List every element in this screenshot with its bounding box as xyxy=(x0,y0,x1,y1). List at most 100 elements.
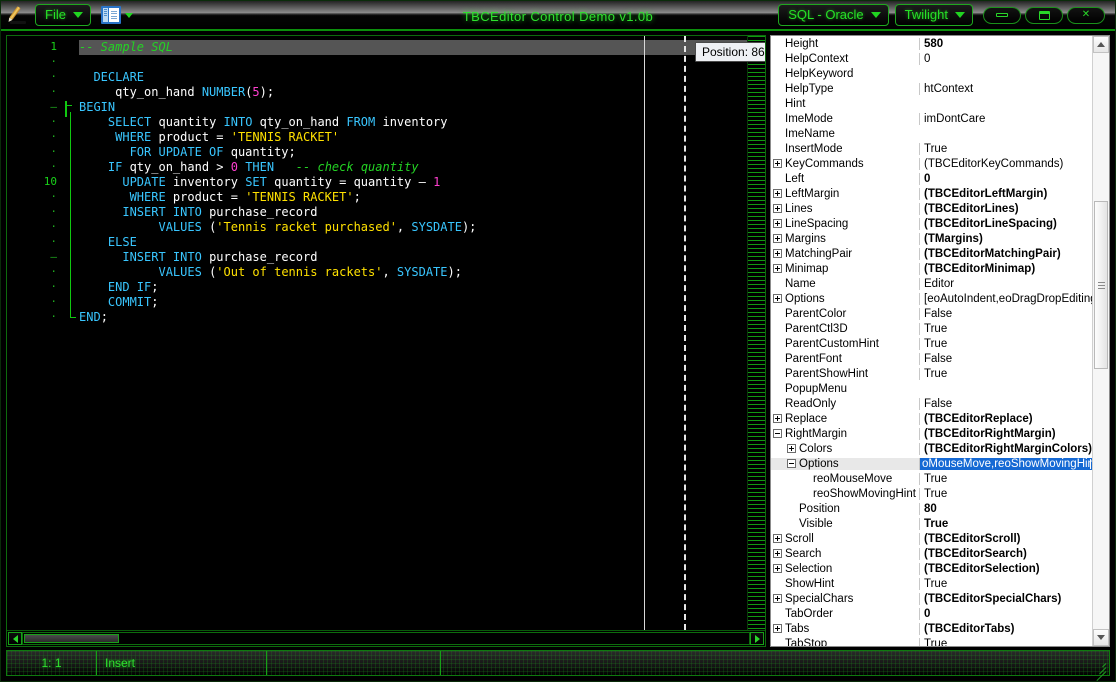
property-row[interactable]: LeftMargin (TBCEditorLeftMargin) xyxy=(771,186,1092,201)
property-name-cell[interactable]: ImeMode xyxy=(771,113,919,125)
property-row[interactable]: Name Editor xyxy=(771,276,1092,291)
property-name-cell[interactable]: TabStop xyxy=(771,638,919,647)
code-line[interactable]: · WHERE product = 'TENNIS RACKET' xyxy=(7,130,765,145)
property-row[interactable]: ParentCtl3D True xyxy=(771,321,1092,336)
vscroll-track[interactable] xyxy=(1093,53,1109,629)
property-name-cell[interactable]: ParentFont xyxy=(771,353,919,365)
property-row[interactable]: Visible True xyxy=(771,516,1092,531)
code-line[interactable]: · WHERE product = 'TENNIS RACKET'; xyxy=(7,190,765,205)
property-name-cell[interactable]: Selection xyxy=(771,563,919,575)
property-row[interactable]: HelpType htContext xyxy=(771,81,1092,96)
property-name-cell[interactable]: ReadOnly xyxy=(771,398,919,410)
property-name-cell[interactable]: Visible xyxy=(771,518,919,530)
code-line[interactable]: · DECLARE xyxy=(7,70,765,85)
property-name-cell[interactable]: Lines xyxy=(771,203,919,215)
property-row[interactable]: Options oMouseMove,reoShowMovingHint] xyxy=(771,456,1092,471)
property-value-cell[interactable]: True xyxy=(919,367,1092,380)
editor-horizontal-scrollbar[interactable] xyxy=(7,630,765,646)
scroll-down-button[interactable] xyxy=(1093,629,1109,646)
property-row[interactable]: PopupMenu xyxy=(771,381,1092,396)
property-name-cell[interactable]: TabOrder xyxy=(771,608,919,620)
property-name-cell[interactable]: Minimap xyxy=(771,263,919,275)
expand-icon[interactable] xyxy=(773,249,782,258)
property-row[interactable]: Tabs (TBCEditorTabs) xyxy=(771,621,1092,636)
property-value-cell[interactable]: (TBCEditorRightMargin) xyxy=(919,427,1092,440)
property-row[interactable]: ParentFont False xyxy=(771,351,1092,366)
property-value-cell[interactable]: (TBCEditorKeyCommands) xyxy=(919,157,1092,170)
minimize-button[interactable] xyxy=(983,6,1021,24)
close-button[interactable]: ✕ xyxy=(1067,6,1105,24)
property-value-cell[interactable]: True xyxy=(919,577,1092,590)
property-name-cell[interactable]: LineSpacing xyxy=(771,218,919,230)
property-value-cell[interactable]: (TBCEditorRightMarginColors) xyxy=(919,442,1092,455)
property-value-cell[interactable]: (TBCEditorLeftMargin) xyxy=(919,187,1092,200)
expand-icon[interactable] xyxy=(773,564,782,573)
property-value-cell[interactable]: True xyxy=(919,142,1092,155)
view-dropdown-button[interactable] xyxy=(100,6,133,24)
property-value-cell[interactable]: True xyxy=(919,487,1092,500)
property-name-cell[interactable]: ParentShowHint xyxy=(771,368,919,380)
property-value-cell[interactable]: 0 xyxy=(919,52,1092,65)
expand-icon[interactable] xyxy=(773,189,782,198)
resize-grip-icon[interactable] xyxy=(1092,659,1107,682)
theme-select[interactable]: Twilight xyxy=(894,4,973,26)
property-rows[interactable]: Height 580 HelpContext 0 HelpKeyword HelpType… xyxy=(771,36,1092,646)
property-value-cell[interactable]: True xyxy=(919,337,1092,350)
property-name-cell[interactable]: ParentColor xyxy=(771,308,919,320)
code-line[interactable]: · xyxy=(7,55,765,70)
file-menu-button[interactable]: File xyxy=(35,4,91,26)
property-row[interactable]: Hint xyxy=(771,96,1092,111)
property-value-cell[interactable]: True xyxy=(919,322,1092,335)
property-name-cell[interactable]: Hint xyxy=(771,98,919,110)
property-row[interactable]: HelpContext 0 xyxy=(771,51,1092,66)
property-row[interactable]: Replace (TBCEditorReplace) xyxy=(771,411,1092,426)
vscroll-thumb[interactable] xyxy=(1094,201,1108,369)
property-value-cell[interactable]: imDontCare xyxy=(919,112,1092,125)
code-line[interactable]: · INSERT INTO purchase_record xyxy=(7,205,765,220)
property-row[interactable]: Lines (TBCEditorLines) xyxy=(771,201,1092,216)
collapse-icon[interactable] xyxy=(773,429,782,438)
code-line[interactable]: – BEGIN xyxy=(7,100,765,117)
expand-icon[interactable] xyxy=(787,444,796,453)
property-row[interactable]: ParentCustomHint True xyxy=(771,336,1092,351)
property-name-cell[interactable]: reoShowMovingHint xyxy=(771,488,919,500)
property-row[interactable]: InsertMode True xyxy=(771,141,1092,156)
scroll-up-button[interactable] xyxy=(1093,36,1109,53)
property-value-cell[interactable]: True xyxy=(919,517,1092,530)
property-value-cell[interactable]: 580 xyxy=(919,37,1092,50)
hscroll-track[interactable] xyxy=(22,632,750,645)
property-value-cell[interactable]: 0 xyxy=(919,172,1092,185)
expand-icon[interactable] xyxy=(773,294,782,303)
property-vertical-scrollbar[interactable] xyxy=(1092,36,1109,646)
property-row[interactable]: ImeName xyxy=(771,126,1092,141)
code-line[interactable]: · SELECT quantity INTO qty_on_hand FROM … xyxy=(7,115,765,130)
property-name-cell[interactable]: Options xyxy=(771,457,919,470)
property-row[interactable]: MatchingPair (TBCEditorMatchingPair) xyxy=(771,246,1092,261)
property-name-cell[interactable]: Position xyxy=(771,503,919,515)
property-value-cell[interactable]: 0 xyxy=(919,607,1092,620)
property-name-cell[interactable]: LeftMargin xyxy=(771,188,919,200)
code-lines[interactable]: 1 -- Sample SQL · · DECLARE · qty_on_hand NU… xyxy=(7,36,765,630)
code-line[interactable]: · ELSE xyxy=(7,235,765,250)
property-name-cell[interactable]: ImeName xyxy=(771,128,919,140)
property-value-cell[interactable]: (TBCEditorLines) xyxy=(919,202,1092,215)
property-row[interactable]: TabStop True xyxy=(771,636,1092,646)
property-scroll-area[interactable]: Height 580 HelpContext 0 HelpKeyword HelpType… xyxy=(771,36,1109,646)
property-row[interactable]: Colors (TBCEditorRightMarginColors) xyxy=(771,441,1092,456)
expand-icon[interactable] xyxy=(773,594,782,603)
property-row[interactable]: Margins (TMargins) xyxy=(771,231,1092,246)
expand-icon[interactable] xyxy=(773,219,782,228)
code-line[interactable]: · VALUES ('Out of tennis rackets', SYSDA… xyxy=(7,265,765,280)
property-value-cell[interactable]: 80 xyxy=(919,502,1092,515)
property-row[interactable]: Selection (TBCEditorSelection) xyxy=(771,561,1092,576)
property-row[interactable]: Minimap (TBCEditorMinimap) xyxy=(771,261,1092,276)
property-name-cell[interactable]: Search xyxy=(771,548,919,560)
scroll-right-button[interactable] xyxy=(750,632,764,645)
property-value-cell[interactable]: (TBCEditorMinimap) xyxy=(919,262,1092,275)
property-row[interactable]: ReadOnly False xyxy=(771,396,1092,411)
code-line[interactable]: · VALUES ('Tennis racket purchased', SYS… xyxy=(7,220,765,235)
property-value-cell[interactable]: (TBCEditorSearch) xyxy=(919,547,1092,560)
property-value-cell[interactable]: (TMargins) xyxy=(919,232,1092,245)
property-grid[interactable]: Height 580 HelpContext 0 HelpKeyword HelpType… xyxy=(770,35,1110,647)
property-row[interactable]: Scroll (TBCEditorScroll) xyxy=(771,531,1092,546)
